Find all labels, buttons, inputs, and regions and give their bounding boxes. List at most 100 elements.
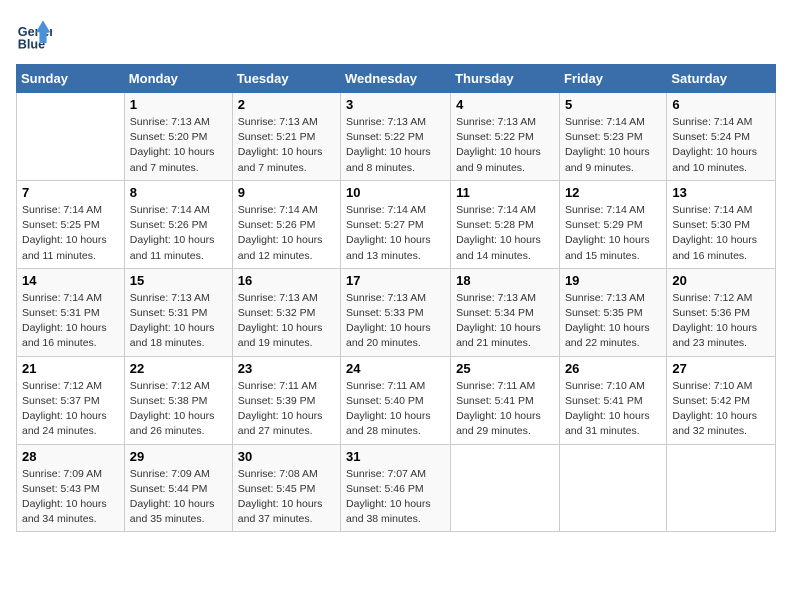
calendar-cell: 30 Sunrise: 7:08 AM Sunset: 5:45 PM Dayli… xyxy=(232,444,340,532)
day-number: 12 xyxy=(565,185,661,200)
day-info: Sunrise: 7:08 AM Sunset: 5:45 PM Dayligh… xyxy=(238,467,335,528)
calendar-cell: 19 Sunrise: 7:13 AM Sunset: 5:35 PM Dayli… xyxy=(559,268,666,356)
calendar-week-row: 1 Sunrise: 7:13 AM Sunset: 5:20 PM Daylig… xyxy=(17,93,776,181)
calendar-cell: 11 Sunrise: 7:14 AM Sunset: 5:28 PM Dayli… xyxy=(451,180,560,268)
day-info: Sunrise: 7:11 AM Sunset: 5:40 PM Dayligh… xyxy=(346,379,445,440)
day-number: 25 xyxy=(456,361,554,376)
day-info: Sunrise: 7:14 AM Sunset: 5:27 PM Dayligh… xyxy=(346,203,445,264)
calendar-cell: 3 Sunrise: 7:13 AM Sunset: 5:22 PM Daylig… xyxy=(341,93,451,181)
day-info: Sunrise: 7:12 AM Sunset: 5:37 PM Dayligh… xyxy=(22,379,119,440)
day-info: Sunrise: 7:14 AM Sunset: 5:28 PM Dayligh… xyxy=(456,203,554,264)
calendar-week-row: 28 Sunrise: 7:09 AM Sunset: 5:43 PM Dayli… xyxy=(17,444,776,532)
day-number: 30 xyxy=(238,449,335,464)
calendar-cell: 20 Sunrise: 7:12 AM Sunset: 5:36 PM Dayli… xyxy=(667,268,776,356)
day-info: Sunrise: 7:13 AM Sunset: 5:33 PM Dayligh… xyxy=(346,291,445,352)
calendar-cell: 13 Sunrise: 7:14 AM Sunset: 5:30 PM Dayli… xyxy=(667,180,776,268)
calendar-table: SundayMondayTuesdayWednesdayThursdayFrid… xyxy=(16,64,776,532)
day-number: 22 xyxy=(130,361,227,376)
day-info: Sunrise: 7:13 AM Sunset: 5:32 PM Dayligh… xyxy=(238,291,335,352)
day-info: Sunrise: 7:09 AM Sunset: 5:44 PM Dayligh… xyxy=(130,467,227,528)
day-number: 1 xyxy=(130,97,227,112)
day-number: 8 xyxy=(130,185,227,200)
logo: General Blue xyxy=(16,16,56,52)
calendar-cell: 10 Sunrise: 7:14 AM Sunset: 5:27 PM Dayli… xyxy=(341,180,451,268)
calendar-cell: 7 Sunrise: 7:14 AM Sunset: 5:25 PM Daylig… xyxy=(17,180,125,268)
day-number: 17 xyxy=(346,273,445,288)
day-number: 24 xyxy=(346,361,445,376)
day-info: Sunrise: 7:12 AM Sunset: 5:36 PM Dayligh… xyxy=(672,291,770,352)
day-info: Sunrise: 7:14 AM Sunset: 5:31 PM Dayligh… xyxy=(22,291,119,352)
day-number: 23 xyxy=(238,361,335,376)
calendar-cell: 31Sunrise: 7:07 AM Sunset: 5:46 PM Dayli… xyxy=(341,444,451,532)
calendar-cell: 14 Sunrise: 7:14 AM Sunset: 5:31 PM Dayli… xyxy=(17,268,125,356)
day-number: 20 xyxy=(672,273,770,288)
day-number: 18 xyxy=(456,273,554,288)
day-info: Sunrise: 7:09 AM Sunset: 5:43 PM Dayligh… xyxy=(22,467,119,528)
day-info: Sunrise: 7:14 AM Sunset: 5:24 PM Dayligh… xyxy=(672,115,770,176)
day-info: Sunrise: 7:07 AM Sunset: 5:46 PM Dayligh… xyxy=(346,467,445,528)
day-number: 10 xyxy=(346,185,445,200)
day-number: 19 xyxy=(565,273,661,288)
col-header-sunday: Sunday xyxy=(17,65,125,93)
calendar-cell xyxy=(667,444,776,532)
calendar-cell: 24 Sunrise: 7:11 AM Sunset: 5:40 PM Dayli… xyxy=(341,356,451,444)
day-number: 15 xyxy=(130,273,227,288)
day-info: Sunrise: 7:13 AM Sunset: 5:31 PM Dayligh… xyxy=(130,291,227,352)
col-header-thursday: Thursday xyxy=(451,65,560,93)
calendar-cell: 27 Sunrise: 7:10 AM Sunset: 5:42 PM Dayli… xyxy=(667,356,776,444)
day-info: Sunrise: 7:14 AM Sunset: 5:29 PM Dayligh… xyxy=(565,203,661,264)
day-info: Sunrise: 7:14 AM Sunset: 5:25 PM Dayligh… xyxy=(22,203,119,264)
day-info: Sunrise: 7:12 AM Sunset: 5:38 PM Dayligh… xyxy=(130,379,227,440)
calendar-cell: 28 Sunrise: 7:09 AM Sunset: 5:43 PM Dayli… xyxy=(17,444,125,532)
day-number: 26 xyxy=(565,361,661,376)
col-header-tuesday: Tuesday xyxy=(232,65,340,93)
day-number: 21 xyxy=(22,361,119,376)
day-info: Sunrise: 7:13 AM Sunset: 5:20 PM Dayligh… xyxy=(130,115,227,176)
day-info: Sunrise: 7:10 AM Sunset: 5:42 PM Dayligh… xyxy=(672,379,770,440)
day-number: 5 xyxy=(565,97,661,112)
day-number: 9 xyxy=(238,185,335,200)
col-header-friday: Friday xyxy=(559,65,666,93)
day-number: 14 xyxy=(22,273,119,288)
day-info: Sunrise: 7:13 AM Sunset: 5:34 PM Dayligh… xyxy=(456,291,554,352)
day-info: Sunrise: 7:13 AM Sunset: 5:22 PM Dayligh… xyxy=(346,115,445,176)
day-info: Sunrise: 7:13 AM Sunset: 5:35 PM Dayligh… xyxy=(565,291,661,352)
day-info: Sunrise: 7:10 AM Sunset: 5:41 PM Dayligh… xyxy=(565,379,661,440)
calendar-cell: 5 Sunrise: 7:14 AM Sunset: 5:23 PM Daylig… xyxy=(559,93,666,181)
day-number: 2 xyxy=(238,97,335,112)
day-number: 13 xyxy=(672,185,770,200)
day-info: Sunrise: 7:14 AM Sunset: 5:26 PM Dayligh… xyxy=(130,203,227,264)
day-info: Sunrise: 7:13 AM Sunset: 5:21 PM Dayligh… xyxy=(238,115,335,176)
calendar-cell: 12 Sunrise: 7:14 AM Sunset: 5:29 PM Dayli… xyxy=(559,180,666,268)
calendar-cell: 4Sunrise: 7:13 AM Sunset: 5:22 PM Daylig… xyxy=(451,93,560,181)
calendar-cell: 21 Sunrise: 7:12 AM Sunset: 5:37 PM Dayli… xyxy=(17,356,125,444)
calendar-header-row: SundayMondayTuesdayWednesdayThursdayFrid… xyxy=(17,65,776,93)
day-info: Sunrise: 7:14 AM Sunset: 5:23 PM Dayligh… xyxy=(565,115,661,176)
day-info: Sunrise: 7:14 AM Sunset: 5:30 PM Dayligh… xyxy=(672,203,770,264)
calendar-cell: 18 Sunrise: 7:13 AM Sunset: 5:34 PM Dayli… xyxy=(451,268,560,356)
day-number: 11 xyxy=(456,185,554,200)
calendar-cell: 17 Sunrise: 7:13 AM Sunset: 5:33 PM Dayli… xyxy=(341,268,451,356)
day-info: Sunrise: 7:14 AM Sunset: 5:26 PM Dayligh… xyxy=(238,203,335,264)
calendar-cell xyxy=(559,444,666,532)
calendar-cell: 23Sunrise: 7:11 AM Sunset: 5:39 PM Dayli… xyxy=(232,356,340,444)
day-number: 7 xyxy=(22,185,119,200)
calendar-cell: 1 Sunrise: 7:13 AM Sunset: 5:20 PM Daylig… xyxy=(124,93,232,181)
logo-icon: General Blue xyxy=(16,16,52,52)
day-number: 27 xyxy=(672,361,770,376)
calendar-cell: 29Sunrise: 7:09 AM Sunset: 5:44 PM Dayli… xyxy=(124,444,232,532)
calendar-week-row: 14 Sunrise: 7:14 AM Sunset: 5:31 PM Dayli… xyxy=(17,268,776,356)
calendar-cell: 22 Sunrise: 7:12 AM Sunset: 5:38 PM Dayli… xyxy=(124,356,232,444)
calendar-cell: 26 Sunrise: 7:10 AM Sunset: 5:41 PM Dayli… xyxy=(559,356,666,444)
calendar-cell: 25Sunrise: 7:11 AM Sunset: 5:41 PM Dayli… xyxy=(451,356,560,444)
calendar-week-row: 21 Sunrise: 7:12 AM Sunset: 5:37 PM Dayli… xyxy=(17,356,776,444)
day-number: 28 xyxy=(22,449,119,464)
col-header-saturday: Saturday xyxy=(667,65,776,93)
calendar-cell: 6 Sunrise: 7:14 AM Sunset: 5:24 PM Daylig… xyxy=(667,93,776,181)
day-number: 6 xyxy=(672,97,770,112)
calendar-cell: 16Sunrise: 7:13 AM Sunset: 5:32 PM Dayli… xyxy=(232,268,340,356)
day-number: 3 xyxy=(346,97,445,112)
calendar-week-row: 7 Sunrise: 7:14 AM Sunset: 5:25 PM Daylig… xyxy=(17,180,776,268)
calendar-cell xyxy=(17,93,125,181)
calendar-cell: 2 Sunrise: 7:13 AM Sunset: 5:21 PM Daylig… xyxy=(232,93,340,181)
